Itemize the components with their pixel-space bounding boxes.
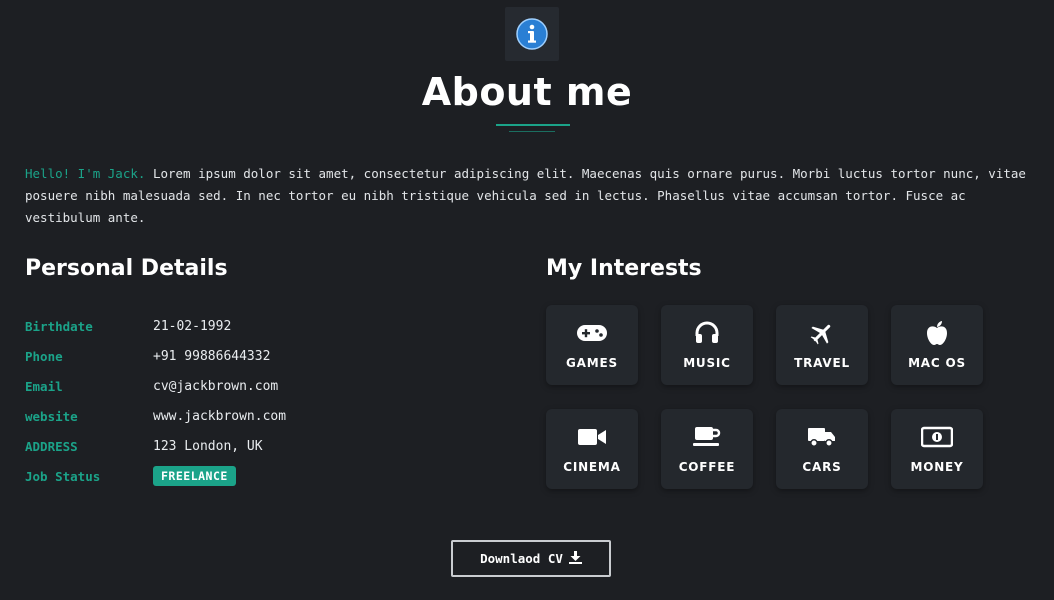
interest-tile-coffee[interactable]: COFFEE xyxy=(661,409,753,489)
apple-icon xyxy=(920,320,954,346)
download-cv-label: Downlaod CV xyxy=(480,551,563,566)
detail-row-address: ADDRESS 123 London, UK xyxy=(25,431,286,461)
interest-label: TRAVEL xyxy=(794,356,850,370)
status-badge: FREELANCE xyxy=(153,466,236,486)
interest-tile-music[interactable]: MUSIC xyxy=(661,305,753,385)
interest-label: MAC OS xyxy=(908,356,966,370)
detail-value: cv@jackbrown.com xyxy=(153,378,279,394)
title-underline xyxy=(496,124,570,126)
detail-row-job-status: Job Status FREELANCE xyxy=(25,461,286,491)
detail-value: www.jackbrown.com xyxy=(153,408,287,424)
page-title: About me xyxy=(421,70,633,114)
video-camera-icon xyxy=(575,424,609,450)
headphones-icon xyxy=(690,320,724,346)
interest-tile-cinema[interactable]: CINEMA xyxy=(546,409,638,489)
interests-grid: GAMES MUSIC TRAVEL MAC OS CINEMA COFFEE … xyxy=(546,305,983,489)
interest-label: CINEMA xyxy=(563,460,621,474)
detail-row-website: website www.jackbrown.com xyxy=(25,401,286,431)
detail-value: 123 London, UK xyxy=(153,438,263,454)
detail-label: ADDRESS xyxy=(25,438,78,454)
interest-label: COFFEE xyxy=(678,460,736,474)
interest-label: GAMES xyxy=(566,356,618,370)
interest-label: MONEY xyxy=(910,460,964,474)
interest-label: CARS xyxy=(802,460,842,474)
detail-label: Birthdate xyxy=(25,318,93,334)
intro-text: Lorem ipsum dolor sit amet, consectetur … xyxy=(25,166,1026,225)
intro-paragraph: Hello! I'm Jack. Lorem ipsum dolor sit a… xyxy=(25,163,1035,229)
coffee-icon xyxy=(690,424,724,450)
personal-details-heading: Personal Details xyxy=(25,256,228,281)
title-underline-secondary xyxy=(509,131,555,132)
detail-value: 21-02-1992 xyxy=(153,318,232,334)
interest-tile-games[interactable]: GAMES xyxy=(546,305,638,385)
gamepad-icon xyxy=(575,320,609,346)
detail-label: website xyxy=(25,408,78,424)
detail-label: Email xyxy=(25,378,63,394)
money-icon xyxy=(920,424,954,450)
detail-row-birthdate: Birthdate 21-02-1992 xyxy=(25,311,286,341)
personal-details-list: Birthdate 21-02-1992 Phone +91 998866443… xyxy=(25,311,286,491)
interest-tile-cars[interactable]: CARS xyxy=(776,409,868,489)
plane-icon xyxy=(805,320,839,346)
detail-row-email: Email cv@jackbrown.com xyxy=(25,371,286,401)
info-icon xyxy=(505,7,559,61)
download-cv-button[interactable]: Downlaod CV xyxy=(451,540,611,577)
interest-tile-mac-os[interactable]: MAC OS xyxy=(891,305,983,385)
about-page: About me Hello! I'm Jack. Lorem ipsum do… xyxy=(0,0,1054,600)
detail-row-phone: Phone +91 99886644332 xyxy=(25,341,286,371)
interest-tile-money[interactable]: MONEY xyxy=(891,409,983,489)
download-icon xyxy=(568,550,582,567)
truck-icon xyxy=(805,424,839,450)
intro-greeting: Hello! I'm Jack. xyxy=(25,166,146,181)
interests-heading: My Interests xyxy=(546,256,702,281)
interest-tile-travel[interactable]: TRAVEL xyxy=(776,305,868,385)
detail-value: +91 99886644332 xyxy=(153,348,271,364)
detail-label: Job Status xyxy=(25,468,101,484)
detail-label: Phone xyxy=(25,348,63,364)
interest-label: MUSIC xyxy=(683,356,731,370)
